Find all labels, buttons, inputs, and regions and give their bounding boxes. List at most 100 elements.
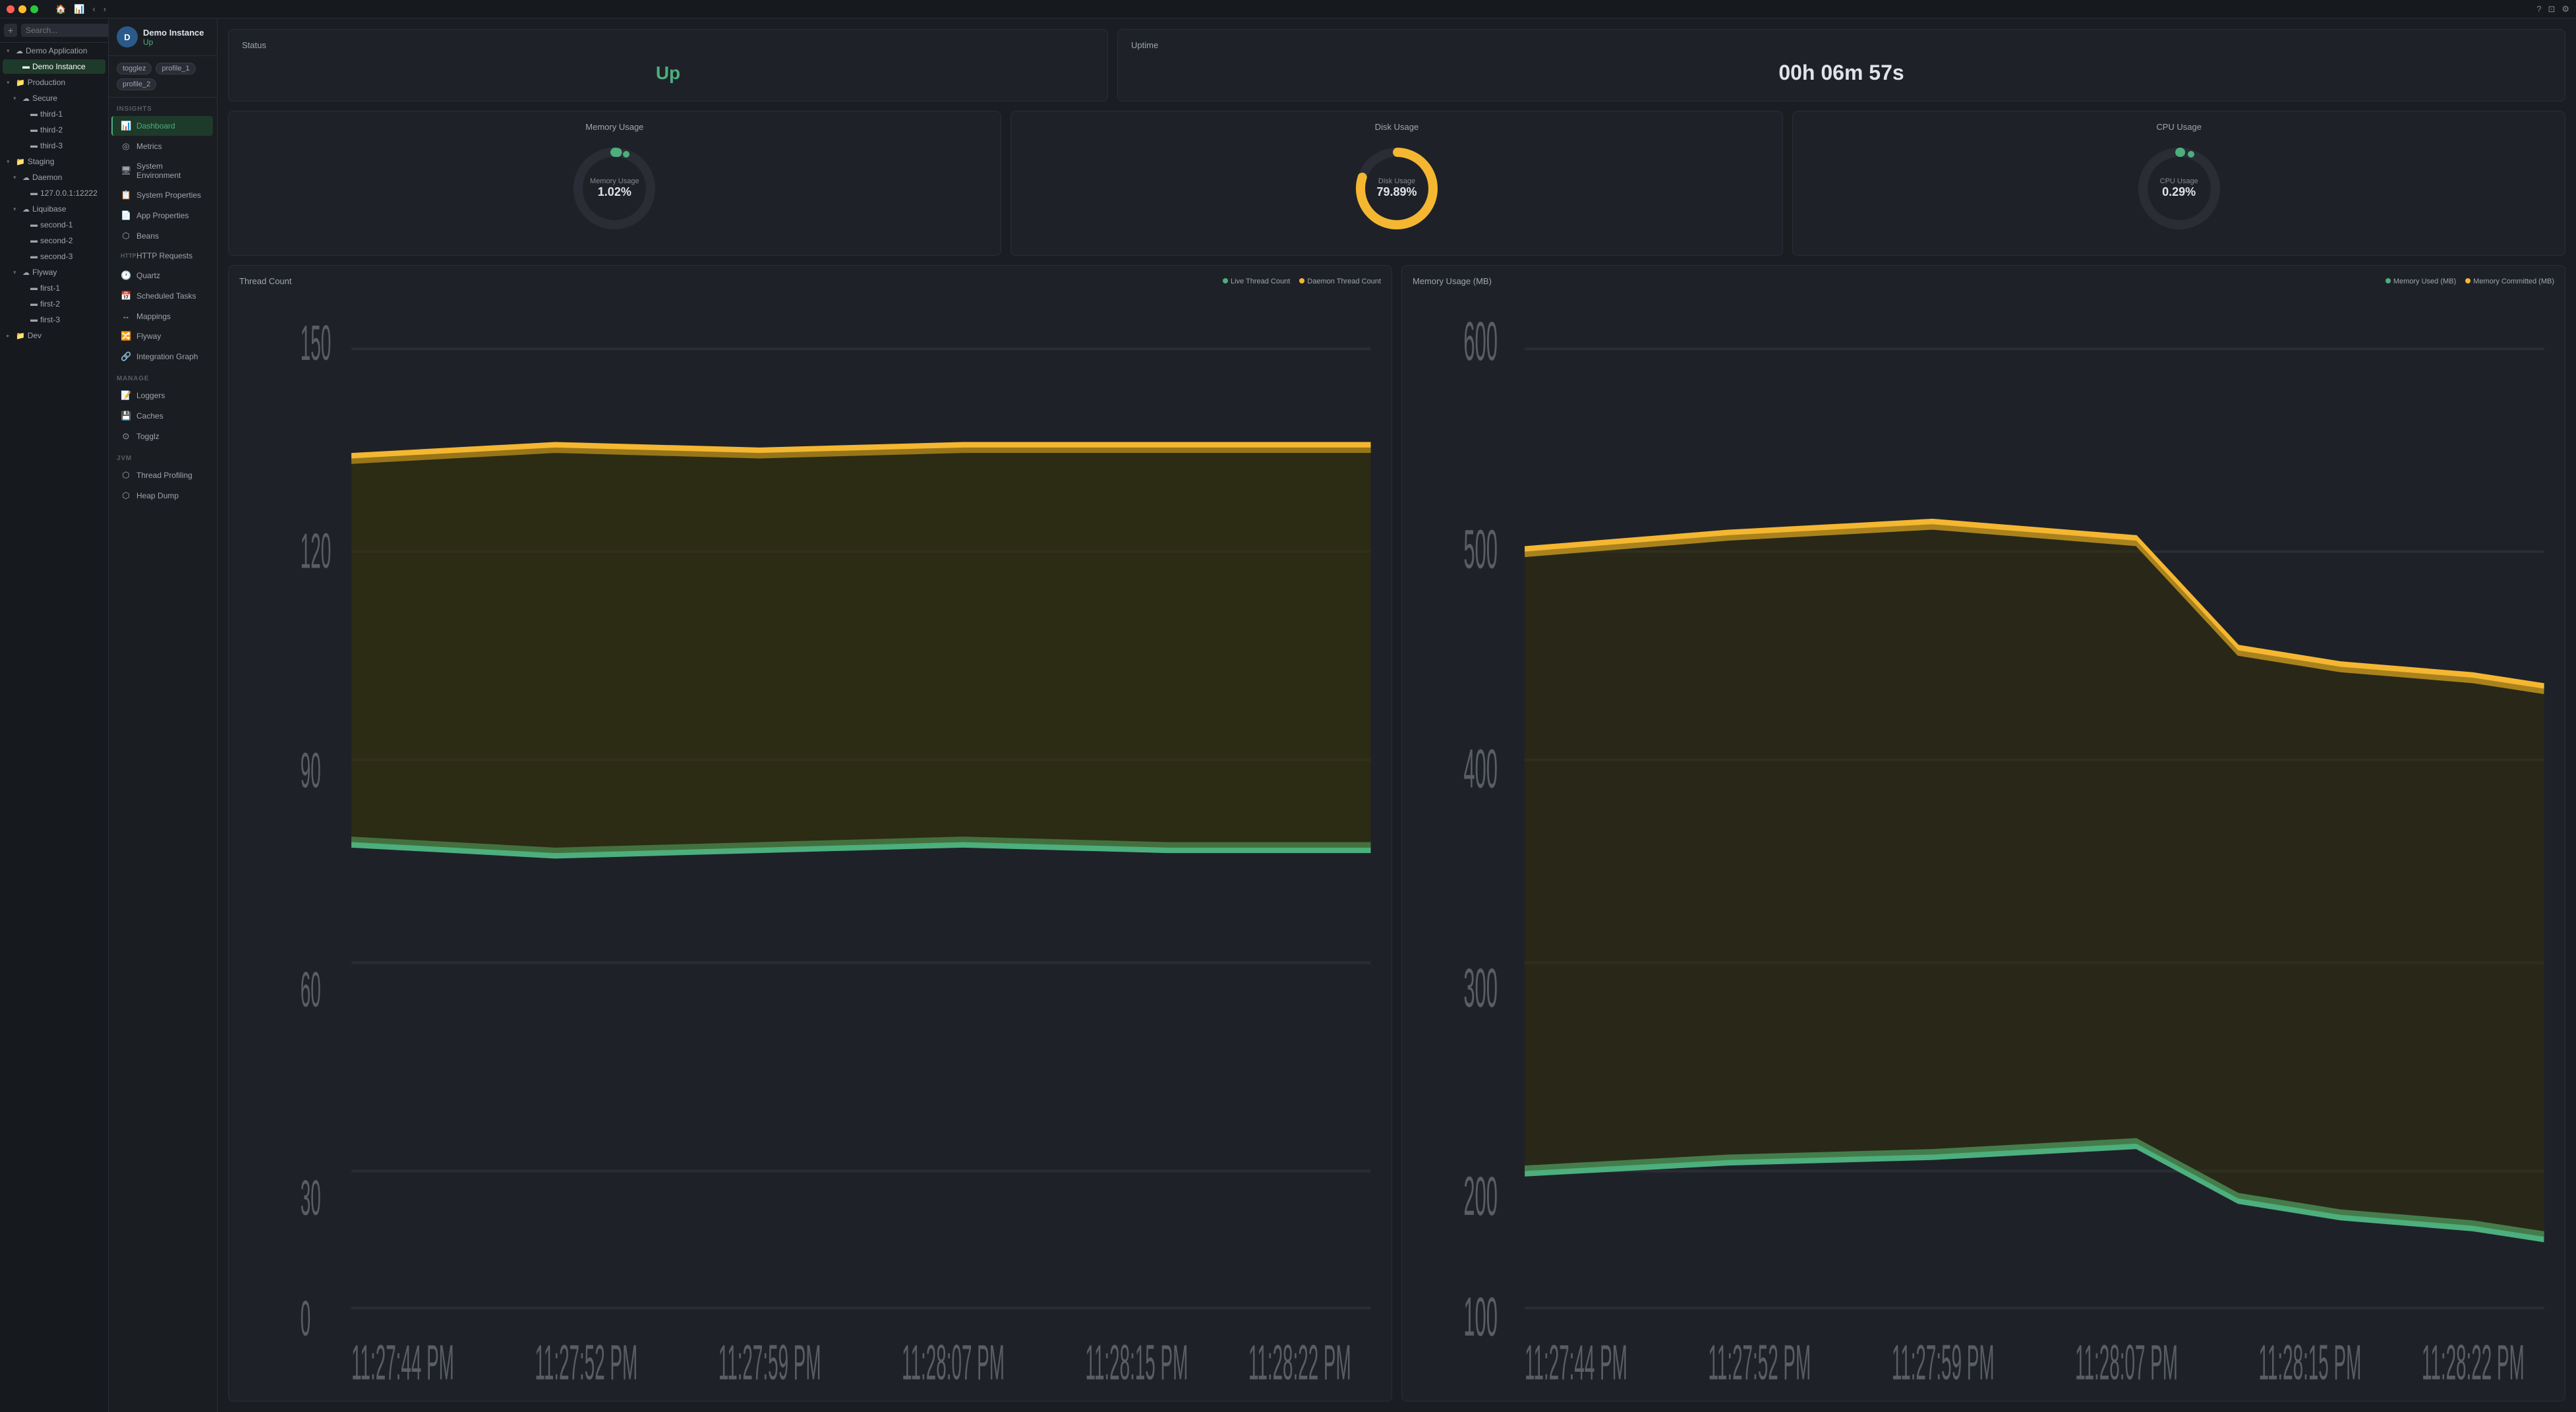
nav-item-system-props[interactable]: 📋 System Properties [113, 185, 213, 205]
sidebar-item-flyway[interactable]: ▾ ☁ Flyway [3, 265, 105, 279]
sidebar-item-third-3[interactable]: ▬ third-3 [3, 138, 105, 153]
nav-item-label: Scheduled Tasks [136, 291, 205, 301]
chevron-down-icon: ▾ [13, 174, 20, 181]
sidebar-item-demo-instance[interactable]: ▬ Demo Instance [3, 59, 105, 74]
system-props-icon: 📋 [121, 190, 131, 200]
sidebar-item-liquibase[interactable]: ▾ ☁ Liquibase [3, 202, 105, 216]
cpu-usage-card: CPU Usage CPU Usage 0.29% [1792, 111, 2565, 256]
cloud-icon: ☁ [22, 94, 30, 103]
chevron-down-icon: ▾ [13, 95, 20, 102]
sidebar-item-first-2[interactable]: ▬ first-2 [3, 297, 105, 311]
cpu-card-title: CPU Usage [2156, 122, 2202, 132]
minimize-button[interactable] [18, 5, 26, 13]
sidebar-item-label: Staging [28, 157, 102, 166]
settings-icon[interactable]: ⚙ [2561, 4, 2569, 15]
nav-item-caches[interactable]: 💾 Caches [113, 406, 213, 426]
svg-text:11:28:22 PM: 11:28:22 PM [1248, 1335, 1351, 1390]
close-button[interactable] [7, 5, 15, 13]
sidebar-item-first-1[interactable]: ▬ first-1 [3, 281, 105, 295]
uptime-title: Uptime [1131, 40, 2552, 50]
nav-item-http[interactable]: HTTP HTTP Requests [113, 247, 213, 265]
live-thread-dot [1223, 278, 1228, 283]
memory-donut-value: 1.02% [590, 185, 639, 199]
sidebar-item-third-2[interactable]: ▬ third-2 [3, 123, 105, 137]
legend-memory-committed: Memory Committed (MB) [2473, 278, 2554, 285]
sidebar-item-label: second-2 [40, 236, 102, 245]
nav-item-beans[interactable]: ⬡ Beans [113, 226, 213, 246]
instance-icon: ▬ [30, 110, 38, 118]
nav-item-dashboard[interactable]: 📊 Dashboard [111, 116, 213, 136]
sidebar-item-label: third-1 [40, 109, 102, 119]
sidebar-item-secure[interactable]: ▾ ☁ Secure [3, 91, 105, 105]
nav-back-icon[interactable]: 🏠 [53, 3, 69, 16]
nav-item-label: System Properties [136, 191, 205, 200]
sidebar-item-second-2[interactable]: ▬ second-2 [3, 233, 105, 248]
memory-used-dot [2386, 278, 2391, 283]
jvm-section-label: JVM [109, 447, 217, 465]
nav-chart-icon[interactable]: 📊 [71, 3, 87, 16]
instance-icon: ▬ [30, 284, 38, 292]
thread-count-chart-body: 150 120 90 60 30 0 [239, 294, 1381, 1390]
nav-item-label: Heap Dump [136, 491, 205, 500]
status-value: Up [242, 55, 1094, 90]
nav-item-system-env[interactable]: 🖥 System Environment [113, 157, 213, 185]
nav-item-loggers[interactable]: 📝 Loggers [113, 386, 213, 405]
chevron-down-icon: ▾ [7, 47, 13, 55]
tag-profile1[interactable]: profile_1 [156, 63, 195, 74]
sidebar-item-label: first-2 [40, 299, 102, 309]
heap-dump-icon: ⬡ [121, 490, 131, 501]
sidebar-item-dev[interactable]: ▸ 📁 Dev [3, 328, 105, 343]
svg-text:150: 150 [301, 315, 331, 370]
sidebar-item-second-1[interactable]: ▬ second-1 [3, 218, 105, 232]
maximize-button[interactable] [30, 5, 38, 13]
add-instance-button[interactable]: + [4, 24, 17, 37]
search-input[interactable] [21, 24, 109, 37]
cloud-icon: ☁ [22, 173, 30, 182]
folder-icon: 📁 [16, 78, 25, 87]
sidebar-item-staging[interactable]: ▾ 📁 Staging [3, 154, 105, 169]
svg-text:11:27:52 PM: 11:27:52 PM [1708, 1335, 1811, 1390]
nav-item-metrics[interactable]: ◎ Metrics [113, 136, 213, 156]
svg-text:0: 0 [301, 1291, 310, 1346]
thread-count-title: Thread Count [239, 276, 292, 286]
quartz-icon: 🕐 [121, 270, 131, 281]
status-title: Status [242, 40, 1094, 50]
nav-back-button[interactable]: ‹ [90, 3, 98, 16]
svg-text:200: 200 [1463, 1166, 1498, 1227]
tag-profile2[interactable]: profile_2 [117, 78, 156, 90]
togglz-icon: ⊙ [121, 431, 131, 442]
dashboard-icon: 📊 [121, 121, 131, 131]
nav-item-app-props[interactable]: 📄 App Properties [113, 206, 213, 225]
nav-item-togglz[interactable]: ⊙ Togglz [113, 427, 213, 446]
nav-item-mappings[interactable]: ↔ Mappings [113, 307, 213, 326]
memory-committed-dot [2465, 278, 2471, 283]
window-icon[interactable]: ⊡ [2548, 4, 2555, 15]
nav-forward-button[interactable]: › [101, 3, 109, 16]
tag-togglez[interactable]: togglez [117, 63, 152, 74]
nav-item-scheduled-tasks[interactable]: 📅 Scheduled Tasks [113, 286, 213, 306]
svg-text:400: 400 [1463, 738, 1498, 800]
nav-item-flyway[interactable]: 🔀 Flyway [113, 326, 213, 346]
instance-icon: ▬ [30, 252, 38, 260]
cloud-icon: ☁ [22, 205, 30, 214]
folder-icon: 📁 [16, 158, 25, 166]
http-icon: HTTP [121, 252, 131, 259]
sidebar-item-demo-application[interactable]: ▾ ☁ Demo Application [3, 44, 105, 58]
instance-icon: ▬ [30, 189, 38, 197]
svg-text:11:27:52 PM: 11:27:52 PM [535, 1335, 637, 1390]
sidebar-item-127ip[interactable]: ▬ 127.0.0.1:12222 [3, 186, 105, 200]
sidebar-item-production[interactable]: ▾ 📁 Production [3, 75, 105, 90]
nav-item-integration-graph[interactable]: 🔗 Integration Graph [113, 347, 213, 367]
sidebar-item-third-1[interactable]: ▬ third-1 [3, 107, 105, 121]
nav-item-heap-dump[interactable]: ⬡ Heap Dump [113, 486, 213, 506]
sidebar-item-second-3[interactable]: ▬ second-3 [3, 249, 105, 264]
instance-icon: ▬ [30, 300, 38, 308]
sidebar-item-first-3[interactable]: ▬ first-3 [3, 312, 105, 327]
sidebar-item-daemon[interactable]: ▾ ☁ Daemon [3, 170, 105, 185]
svg-text:300: 300 [1463, 958, 1498, 1019]
nav-item-thread-profiling[interactable]: ⬡ Thread Profiling [113, 465, 213, 485]
sidebar-item-label: Liquibase [32, 204, 102, 214]
manage-section-label: MANAGE [109, 367, 217, 385]
nav-item-quartz[interactable]: 🕐 Quartz [113, 266, 213, 285]
help-icon[interactable]: ? [2536, 4, 2541, 15]
